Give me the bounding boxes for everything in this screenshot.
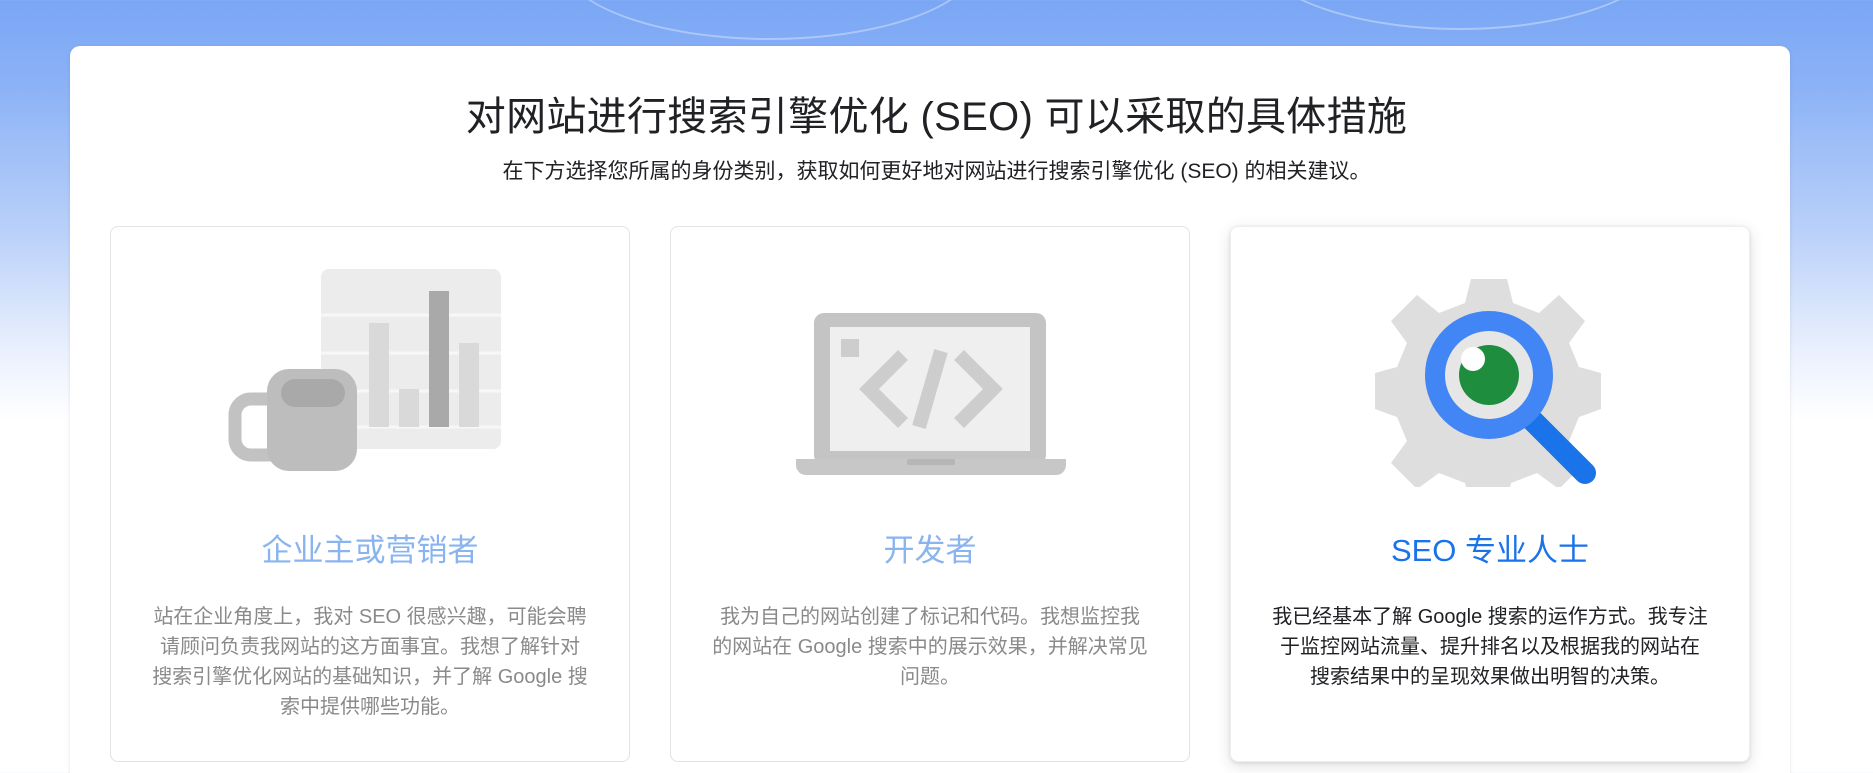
card-heading: SEO 专业人士: [1390, 533, 1590, 568]
page-subtitle: 在下方选择您所属的身份类别，获取如何更好地对网站进行搜索引擎优化 (SEO) 的…: [502, 160, 1371, 183]
gear-magnifier-icon: [1231, 227, 1751, 487]
card-heading: 开发者: [883, 533, 977, 568]
card-developer[interactable]: 开发者 我为自己的网站创建了标记和代码。我想监控我的网站在 Google 搜索中…: [670, 226, 1190, 762]
card-business-owner[interactable]: 企业主或营销者 站在企业角度上，我对 SEO 很感兴趣，可能会聘请顾问负责我网站…: [110, 226, 630, 762]
card-description: 我为自己的网站创建了标记和代码。我想监控我的网站在 Google 搜索中的展示效…: [712, 606, 1148, 688]
card-heading: 企业主或营销者: [261, 533, 479, 568]
card-seo-professional[interactable]: SEO 专业人士 我已经基本了解 Google 搜索的运作方式。我专注于监控网站…: [1230, 226, 1750, 762]
background-cloud-arc: [1250, 0, 1670, 30]
background-cloud-arc: [560, 0, 980, 40]
mug-and-bar-chart-icon: [111, 227, 631, 487]
card-description: 站在企业角度上，我对 SEO 很感兴趣，可能会聘请顾问负责我网站的这方面事宜。我…: [152, 606, 588, 718]
page-title: 对网站进行搜索引擎优化 (SEO) 可以采取的具体措施: [465, 95, 1408, 139]
card-description: 我已经基本了解 Google 搜索的运作方式。我专注于监控网站流量、提升排名以及…: [1272, 606, 1708, 688]
laptop-code-icon: [671, 227, 1191, 487]
